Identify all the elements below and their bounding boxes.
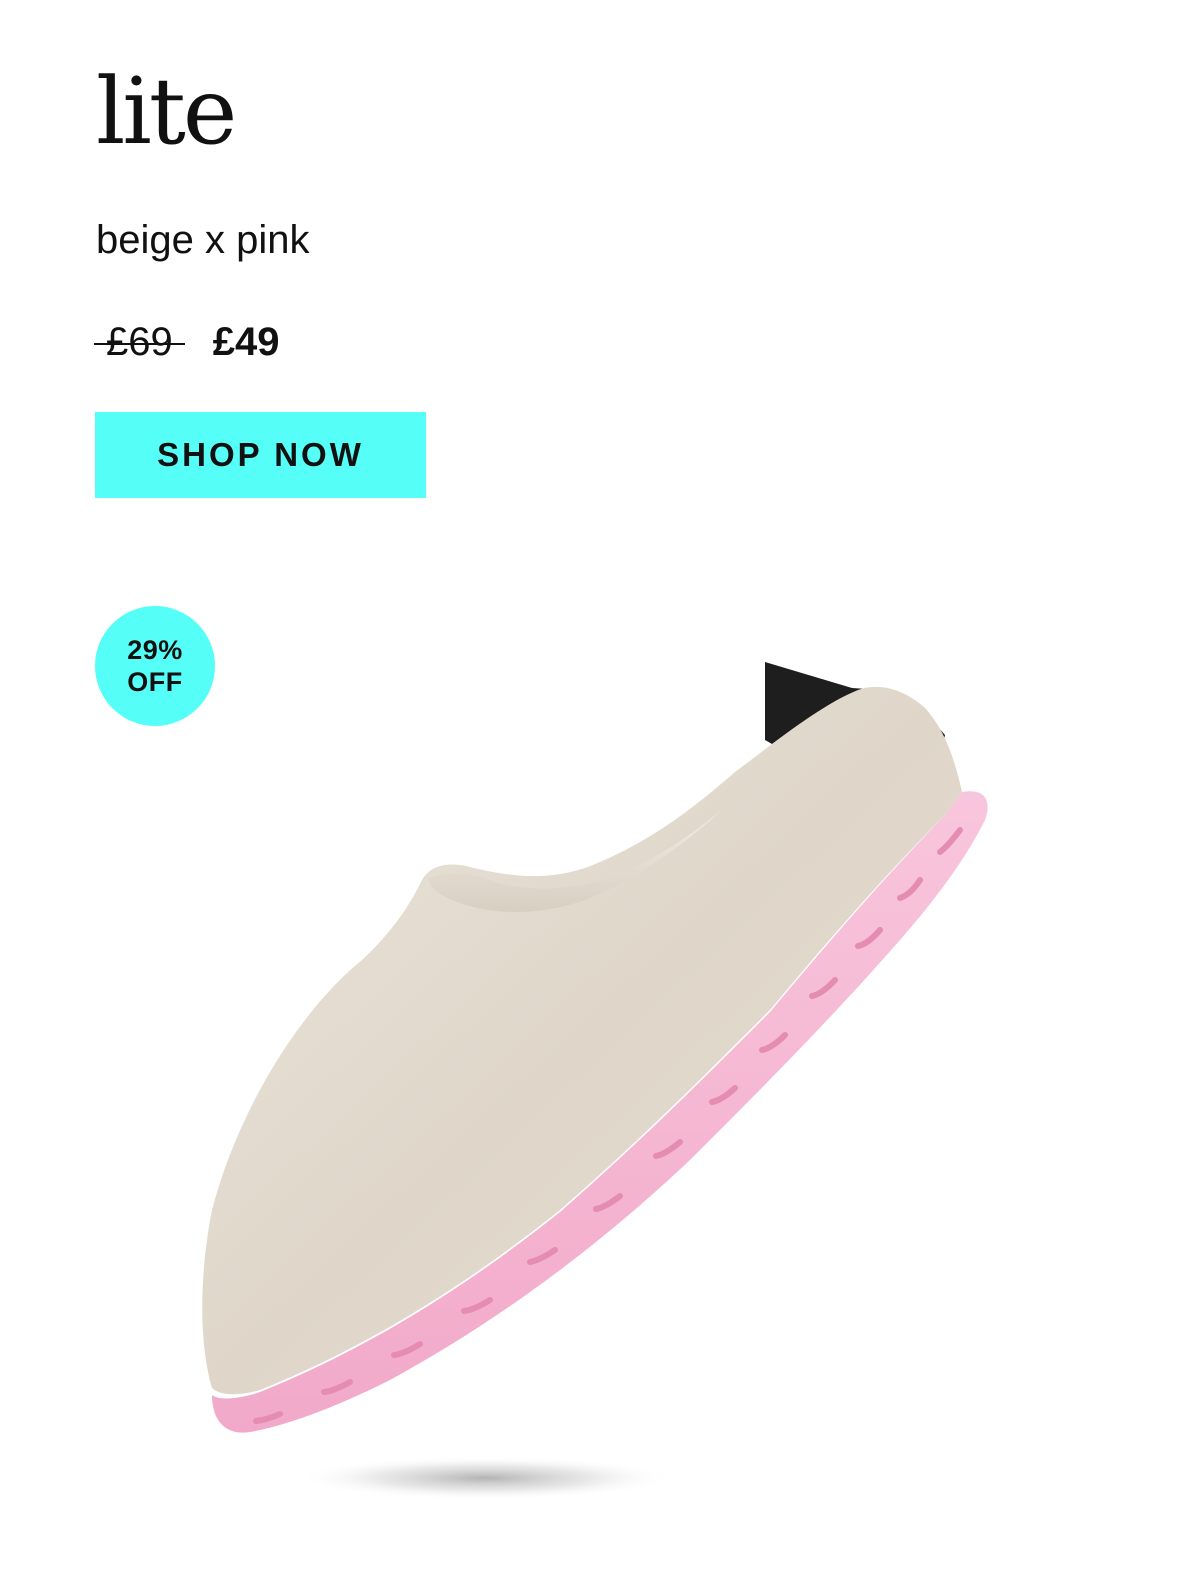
slipper-illustration [202,662,988,1433]
product-title: lite [96,58,237,165]
price-row: £69 £49 [94,320,280,364]
product-image[interactable] [0,560,1200,1582]
original-price: £69 [94,322,185,362]
product-colorway: beige x pink [96,218,310,262]
shop-now-button[interactable]: SHOP NOW [95,412,426,498]
sale-price: £49 [212,320,280,364]
product-shadow [295,1456,675,1500]
slipper-upper [202,686,963,1395]
